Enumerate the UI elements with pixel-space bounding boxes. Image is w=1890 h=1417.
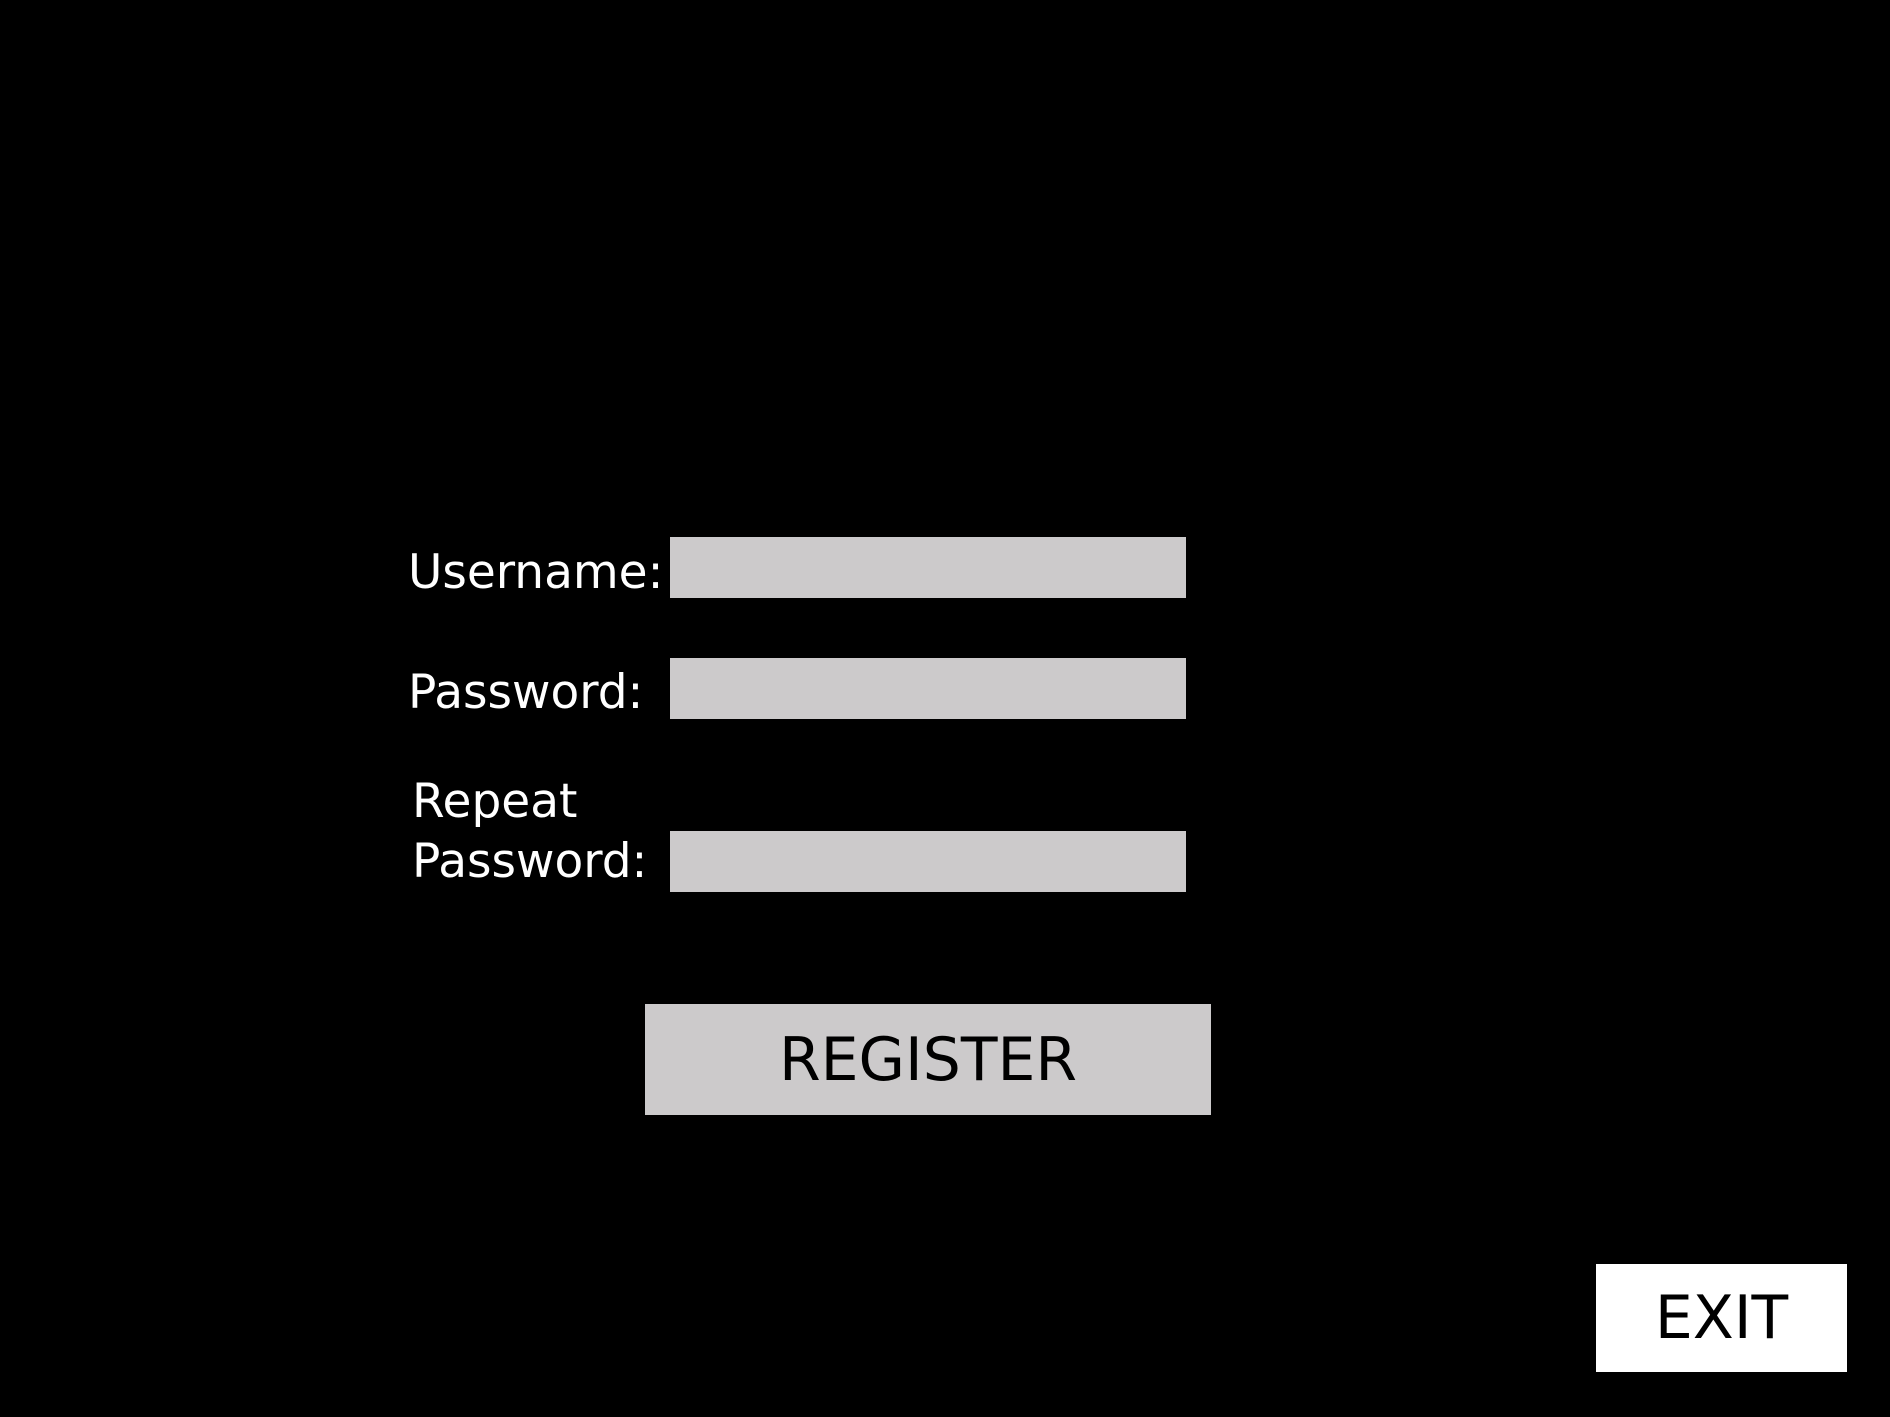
register-button[interactable]: REGISTER <box>645 1004 1211 1115</box>
registration-screen: Username: Password: Repeat Password: REG… <box>0 0 1890 1417</box>
repeat-password-label-line1: Repeat <box>412 774 578 829</box>
repeat-password-label: Repeat Password: <box>412 772 647 892</box>
repeat-password-input[interactable] <box>670 831 1186 892</box>
username-label: Username: <box>408 545 664 600</box>
repeat-password-label-line2: Password: <box>412 834 648 889</box>
password-label: Password: <box>408 665 644 720</box>
exit-button[interactable]: EXIT <box>1596 1264 1847 1372</box>
password-input[interactable] <box>670 658 1186 719</box>
username-input[interactable] <box>670 537 1186 598</box>
